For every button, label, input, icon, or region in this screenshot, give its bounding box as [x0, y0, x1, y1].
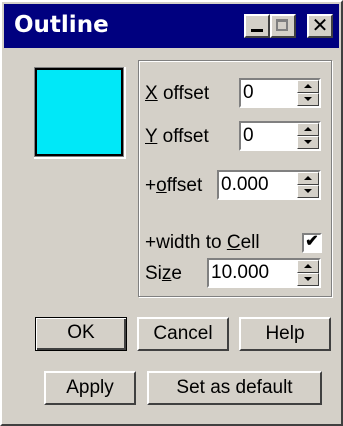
help-button[interactable]: Help — [239, 317, 331, 351]
size-spinner[interactable] — [207, 258, 321, 288]
size-down-button[interactable] — [297, 273, 319, 286]
window-title: Outline — [14, 12, 109, 38]
ok-button[interactable]: OK — [35, 317, 127, 351]
checkmark-icon: ✔ — [305, 233, 319, 250]
plus-offset-label: +offset — [145, 175, 203, 196]
plus-offset-up-button[interactable] — [297, 172, 319, 185]
width-to-cell-label: +width to Cell — [145, 232, 260, 253]
plus-offset-input[interactable] — [221, 173, 293, 197]
close-button[interactable]: ✕ — [307, 13, 333, 38]
size-label: Size — [145, 263, 182, 284]
x-offset-label: X offset — [145, 83, 210, 104]
plus-offset-down-button[interactable] — [297, 185, 319, 198]
close-icon: ✕ — [311, 13, 329, 37]
width-to-cell-checkbox[interactable]: ✔ — [302, 233, 322, 253]
x-offset-up-button[interactable] — [297, 80, 319, 93]
outline-dialog: Outline ✕ X offset Y offset +offset +wid… — [0, 0, 343, 426]
size-input[interactable] — [211, 261, 293, 285]
maximize-button[interactable] — [270, 14, 296, 38]
x-offset-input[interactable] — [243, 81, 293, 105]
plus-offset-spinner[interactable] — [217, 170, 321, 200]
title-bar[interactable]: Outline ✕ — [4, 4, 339, 48]
y-offset-input[interactable] — [243, 124, 293, 148]
y-offset-spinner[interactable] — [239, 121, 321, 151]
x-offset-down-button[interactable] — [297, 93, 319, 106]
y-offset-label: Y offset — [145, 126, 209, 147]
size-up-button[interactable] — [297, 260, 319, 273]
y-offset-down-button[interactable] — [297, 136, 319, 149]
x-offset-spinner[interactable] — [239, 78, 321, 108]
cancel-button[interactable]: Cancel — [137, 317, 229, 351]
minimize-button[interactable] — [244, 14, 270, 38]
set-as-default-button[interactable]: Set as default — [147, 371, 322, 405]
color-swatch[interactable] — [35, 68, 123, 156]
apply-button[interactable]: Apply — [44, 371, 136, 405]
y-offset-up-button[interactable] — [297, 123, 319, 136]
